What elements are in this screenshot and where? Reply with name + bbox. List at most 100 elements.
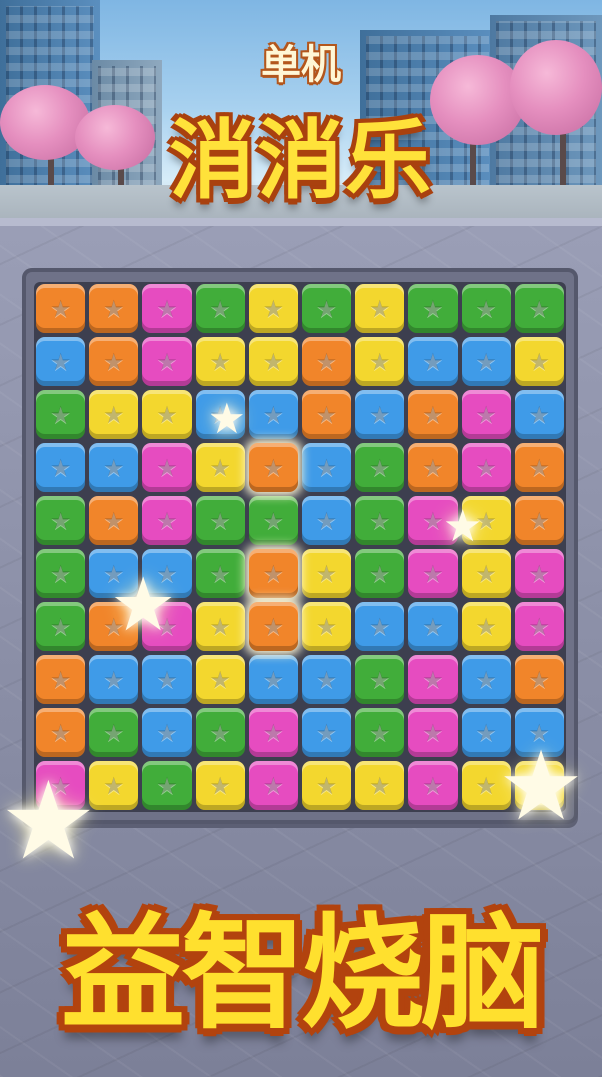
game-tile[interactable]: ★ [355,549,405,598]
game-tile[interactable]: ★ [195,761,245,810]
game-tile[interactable]: ★ [355,496,405,545]
game-tile[interactable]: ★ [355,655,405,704]
game-tile[interactable]: ★ [355,337,405,386]
game-tile[interactable]: ★ [514,443,564,492]
game-tile[interactable]: ★ [248,602,298,651]
game-tile[interactable]: ★ [408,284,458,333]
game-tile[interactable]: ★ [301,602,352,651]
game-tile[interactable]: ★ [461,337,511,386]
game-tile[interactable]: ★ [195,443,245,492]
game-tile[interactable]: ★ [89,496,139,545]
star-icon: ★ [262,718,285,747]
game-tile[interactable]: ★ [248,549,298,598]
star-icon: ★ [315,453,338,482]
game-tile[interactable]: ★ [408,390,458,439]
star-icon: ★ [368,294,391,323]
game-tile[interactable]: ★ [142,708,192,757]
game-tile[interactable]: ★ [514,496,564,545]
game-tile[interactable]: ★ [301,761,352,810]
game-tile[interactable]: ★ [142,496,192,545]
game-tile[interactable]: ★ [408,761,458,810]
game-tile[interactable]: ★ [301,390,352,439]
game-tile[interactable]: ★ [301,496,352,545]
star-icon: ★ [368,347,391,376]
game-tile[interactable]: ★ [248,337,298,386]
game-tile[interactable]: ★ [195,284,245,333]
game-tile[interactable]: ★ [36,443,86,492]
game-tile[interactable]: ★ [89,284,139,333]
game-tile[interactable]: ★ [514,549,564,598]
game-tile[interactable]: ★ [355,708,405,757]
game-tile[interactable]: ★ [301,708,352,757]
game-tile[interactable]: ★ [142,655,192,704]
game-tile[interactable]: ★ [355,284,405,333]
game-tile[interactable]: ★ [408,337,458,386]
game-tile[interactable]: ★ [36,496,86,545]
game-tile[interactable]: ★ [408,602,458,651]
game-tile[interactable]: ★ [248,284,298,333]
game-tile[interactable]: ★ [248,443,298,492]
game-tile[interactable]: ★ [301,443,352,492]
game-tile[interactable]: ★ [355,390,405,439]
game-tile[interactable]: ★ [195,602,245,651]
game-tile[interactable]: ★ [195,655,245,704]
game-tile[interactable]: ★ [408,708,458,757]
game-tile[interactable]: ★ [89,708,139,757]
game-tile[interactable]: ★ [408,443,458,492]
game-tile[interactable]: ★ [142,337,192,386]
game-tile[interactable]: ★ [248,390,298,439]
game-tile[interactable]: ★ [514,337,564,386]
star-icon: ★ [368,665,391,694]
game-tile[interactable]: ★ [36,390,86,439]
star-icon: ★ [315,612,338,641]
game-tile[interactable]: ★ [89,655,139,704]
game-tile[interactable]: ★ [248,761,298,810]
star-icon: ★ [156,665,178,694]
game-tile[interactable]: ★ [195,496,245,545]
game-tile[interactable]: ★ [142,761,192,810]
star-icon: ★ [103,665,125,694]
game-tile[interactable]: ★ [461,549,511,598]
game-tile[interactable]: ★ [142,284,192,333]
game-tile[interactable]: ★ [301,655,352,704]
game-tile[interactable]: ★ [355,761,405,810]
game-tile[interactable]: ★ [461,284,511,333]
star-icon: ★ [49,612,72,641]
game-tile[interactable]: ★ [36,337,86,386]
game-tile[interactable]: ★ [514,390,564,439]
game-tile[interactable]: ★ [301,549,352,598]
game-tile[interactable]: ★ [195,549,245,598]
game-tile[interactable]: ★ [355,443,405,492]
game-tile[interactable]: ★ [248,496,298,545]
star-icon: ★ [422,506,444,535]
game-tile[interactable]: ★ [461,655,511,704]
game-tile[interactable]: ★ [195,337,245,386]
game-tile[interactable]: ★ [248,655,298,704]
game-tile[interactable]: ★ [89,390,139,439]
game-tile[interactable]: ★ [36,655,86,704]
star-icon: ★ [103,453,125,482]
game-tile[interactable]: ★ [36,708,86,757]
game-tile[interactable]: ★ [461,443,511,492]
game-tile[interactable]: ★ [36,602,86,651]
game-tile[interactable]: ★ [461,602,511,651]
game-tile[interactable]: ★ [301,284,352,333]
game-tile[interactable]: ★ [461,390,511,439]
star-icon: ★ [368,506,391,535]
game-tile[interactable]: ★ [514,602,564,651]
game-tile[interactable]: ★ [89,337,139,386]
game-tile[interactable]: ★ [248,708,298,757]
game-tile[interactable]: ★ [355,602,405,651]
game-tile[interactable]: ★ [408,549,458,598]
game-tile[interactable]: ★ [301,337,352,386]
game-tile[interactable]: ★ [195,708,245,757]
game-tile[interactable]: ★ [408,655,458,704]
game-tile[interactable]: ★ [89,443,139,492]
star-icon: ★ [49,559,72,588]
game-tile[interactable]: ★ [142,390,192,439]
game-tile[interactable]: ★ [514,284,564,333]
game-tile[interactable]: ★ [142,443,192,492]
game-tile[interactable]: ★ [514,655,564,704]
game-tile[interactable]: ★ [36,284,86,333]
game-tile[interactable]: ★ [36,549,86,598]
